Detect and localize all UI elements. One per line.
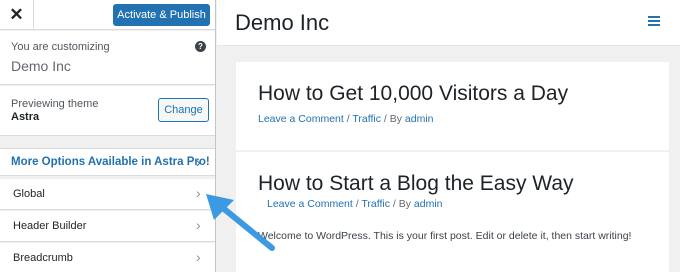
post-excerpt: Welcome to WordPress. This is your first… (258, 230, 632, 242)
category-link[interactable]: Traffic (361, 198, 390, 210)
post-card: How to Get 10,000 Visitors a Day Leave a… (236, 62, 669, 150)
theme-info: Previewing theme Astra Change (0, 86, 215, 136)
chevron-right-icon: › (196, 185, 201, 201)
chevron-right-icon: › (196, 217, 201, 233)
post-meta: Leave a Comment / Traffic / By admin (258, 113, 434, 125)
section-label: Breadcrumb (13, 252, 73, 264)
meta-by: / By (380, 113, 405, 125)
chevron-right-icon: › (196, 154, 201, 170)
section-header-builder[interactable]: Header Builder › (0, 211, 215, 242)
site-title[interactable]: Demo Inc (235, 10, 329, 36)
previewing-theme-label: Previewing theme (11, 98, 99, 110)
chevron-right-icon: › (196, 249, 201, 265)
help-icon[interactable]: ? (195, 41, 206, 52)
customizing-info: You are customizing Demo Inc ? (0, 31, 215, 85)
category-link[interactable]: Traffic (352, 113, 381, 125)
customizer-sidebar: ✕ Activate & Publish You are customizing… (0, 0, 216, 272)
section-label: Global (13, 188, 45, 200)
change-theme-button[interactable]: Change (158, 98, 209, 122)
post-title[interactable]: How to Start a Blog the Easy Way (258, 172, 574, 196)
astra-pro-label: More Options Available in Astra Pro! (11, 156, 210, 168)
activate-publish-button[interactable]: Activate & Publish (113, 4, 210, 26)
meta-by: / By (389, 198, 414, 210)
leave-comment-link[interactable]: Leave a Comment (267, 198, 353, 210)
close-icon[interactable]: ✕ (0, 0, 34, 30)
post-title[interactable]: How to Get 10,000 Visitors a Day (258, 82, 568, 106)
site-preview: Demo Inc How to Get 10,000 Visitors a Da… (217, 0, 680, 272)
section-label: Header Builder (13, 220, 87, 232)
customizer-header: ✕ Activate & Publish (0, 0, 215, 30)
leave-comment-link[interactable]: Leave a Comment (258, 113, 344, 125)
customizing-site-name: Demo Inc (11, 58, 71, 74)
section-breadcrumb[interactable]: Breadcrumb › (0, 243, 215, 272)
post-card: How to Start a Blog the Easy Way Leave a… (236, 152, 669, 272)
post-meta: Leave a Comment / Traffic / By admin (267, 198, 443, 210)
author-link[interactable]: admin (414, 198, 443, 210)
customizing-label: You are customizing (11, 41, 110, 53)
author-link[interactable]: admin (405, 113, 434, 125)
hamburger-menu-icon[interactable] (648, 16, 660, 26)
theme-name: Astra (11, 111, 40, 123)
site-header: Demo Inc (217, 0, 680, 46)
astra-pro-link[interactable]: More Options Available in Astra Pro! › (0, 148, 215, 176)
section-global[interactable]: Global › (0, 179, 215, 210)
